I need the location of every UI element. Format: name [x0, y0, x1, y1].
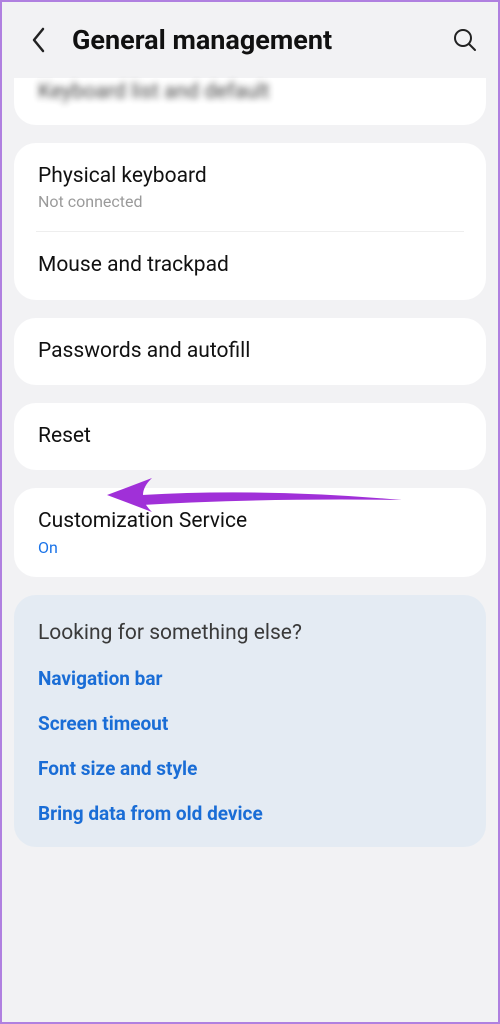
back-button[interactable] [24, 25, 54, 55]
search-icon [452, 27, 478, 53]
suggestion-link-bring-data[interactable]: Bring data from old device [38, 802, 462, 825]
settings-group-passwords: Passwords and autofill [14, 318, 486, 385]
settings-group-reset: Reset [14, 403, 486, 470]
settings-item-status: On [38, 538, 462, 557]
header: General management [2, 2, 498, 78]
search-button[interactable] [450, 25, 480, 55]
suggestion-link-screen-timeout[interactable]: Screen timeout [38, 712, 462, 735]
settings-item-title: Reset [38, 423, 462, 450]
settings-group-input: Physical keyboard Not connected Mouse an… [14, 143, 486, 300]
suggestion-link-font-size[interactable]: Font size and style [38, 757, 462, 780]
suggestions-card: Looking for something else? Navigation b… [14, 595, 486, 847]
settings-item-title: Mouse and trackpad [38, 252, 462, 279]
settings-item-reset[interactable]: Reset [14, 403, 486, 470]
settings-item-mouse-trackpad[interactable]: Mouse and trackpad [14, 232, 486, 299]
content: Keyboard list and default Physical keybo… [2, 78, 498, 859]
settings-item-title: Customization Service [38, 508, 462, 535]
settings-item-title: Passwords and autofill [38, 338, 462, 365]
settings-item-title: Keyboard list and default [38, 78, 462, 105]
settings-item-keyboard-list[interactable]: Keyboard list and default [14, 78, 486, 125]
chevron-left-icon [31, 27, 47, 53]
settings-item-customization-service[interactable]: Customization Service On [14, 488, 486, 576]
settings-item-subtitle: Not connected [38, 192, 462, 211]
settings-item-title: Physical keyboard [38, 163, 462, 190]
settings-item-passwords-autofill[interactable]: Passwords and autofill [14, 318, 486, 385]
suggestion-link-navigation-bar[interactable]: Navigation bar [38, 667, 462, 690]
settings-item-physical-keyboard[interactable]: Physical keyboard Not connected [14, 143, 486, 231]
settings-group-customization: Customization Service On [14, 488, 486, 576]
page-title: General management [72, 24, 450, 56]
suggestions-heading: Looking for something else? [38, 621, 462, 645]
